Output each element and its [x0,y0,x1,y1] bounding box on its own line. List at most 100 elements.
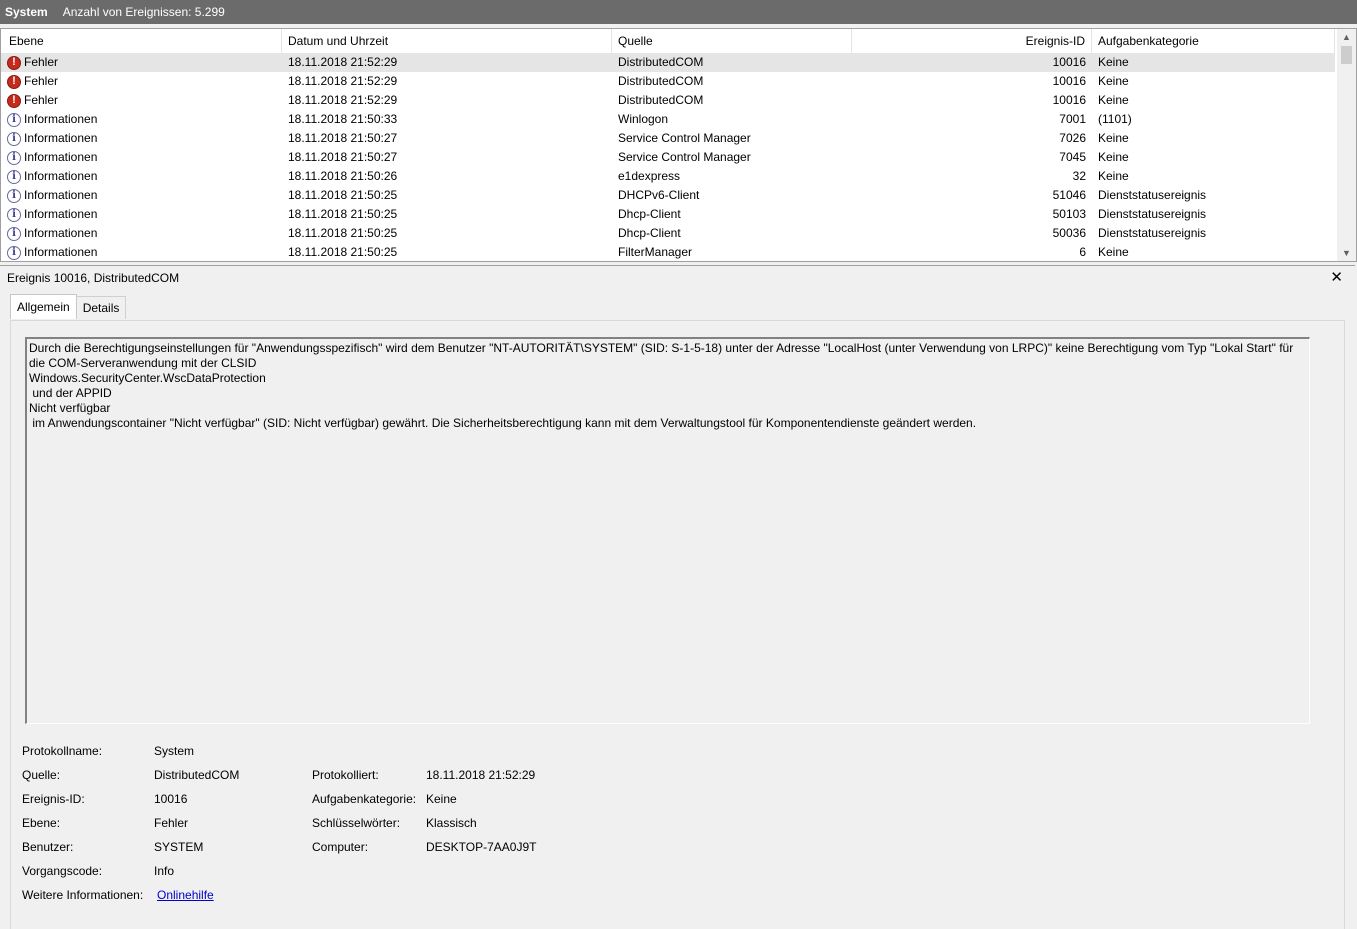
cell-category: Dienststatusereignis [1098,188,1207,202]
prop-label-schluesselwoerter: Schlüsselwörter: [312,816,401,830]
table-row[interactable]: i Informationen 18.11.2018 21:50:26 e1dexpr… [1,167,1335,186]
error-icon: ! [7,93,21,108]
scroll-down-arrow-icon[interactable]: ▼ [1337,245,1356,261]
cell-source: DistributedCOM [618,93,704,107]
info-icon: i [7,169,21,184]
cell-date: 18.11.2018 21:50:25 [288,226,398,240]
cell-date: 18.11.2018 21:50:27 [288,150,398,164]
cell-source: e1dexpress [618,169,681,183]
cell-level-text: Informationen [24,169,98,183]
cell-source: Winlogon [618,112,669,126]
info-icon: i [7,245,21,260]
column-header-event-id[interactable]: Ereignis-ID [852,29,1092,53]
table-row[interactable]: i Informationen 18.11.2018 21:50:27 Service… [1,148,1335,167]
info-icon: i [7,207,21,222]
cell-source: Dhcp-Client [618,226,681,240]
cell-level-text: Fehler [24,93,59,107]
cell-date: 18.11.2018 21:50:25 [288,188,398,202]
cell-level: i Informationen [1,129,282,148]
cell-event-id: 50103 [1052,207,1086,221]
online-help-link[interactable]: Onlinehilfe [157,885,214,905]
cell-category: Keine [1098,169,1129,183]
event-message[interactable]: Durch die Berechtigungseinstellungen für… [25,337,1310,724]
detail-title: Ereignis 10016, DistributedCOM [7,271,180,285]
cell-level: ! Fehler [1,72,282,91]
cell-level: i Informationen [1,243,282,261]
prop-label-ereignis-id: Ereignis-ID: [22,792,85,806]
cell-event-id: 32 [1072,169,1086,183]
prop-label-benutzer: Benutzer: [22,840,74,854]
scroll-up-arrow-icon[interactable]: ▲ [1337,29,1356,45]
cell-event-id: 7001 [1059,112,1086,126]
column-header-source[interactable]: Quelle [612,29,852,53]
info-icon: i [7,131,21,146]
cell-level-text: Informationen [24,188,98,202]
cell-date: 18.11.2018 21:50:33 [288,112,398,126]
cell-level-text: Informationen [24,112,98,126]
cell-level-text: Informationen [24,150,98,164]
table-row[interactable]: i Informationen 18.11.2018 21:50:25 DHCPv6-… [1,186,1335,205]
cell-category: Keine [1098,93,1129,107]
cell-source: Service Control Manager [618,131,751,145]
prop-label-quelle: Quelle: [22,768,61,782]
cell-level: i Informationen [1,148,282,167]
column-header-date[interactable]: Datum und Uhrzeit [282,29,612,53]
cell-level: i Informationen [1,205,282,224]
event-list-scrollbar[interactable]: ▲ ▼ [1337,29,1356,261]
title-bar: System Anzahl von Ereignissen: 5.299 [0,0,1357,24]
info-icon: i [7,188,21,203]
scrollbar-thumb[interactable] [1341,46,1352,64]
cell-source: DistributedCOM [618,74,704,88]
event-rows: ! Fehler 18.11.2018 21:52:29 DistributedCOM… [1,53,1335,261]
cell-date: 18.11.2018 21:50:27 [288,131,398,145]
cell-category: Keine [1098,245,1129,259]
cell-event-id: 10016 [1052,74,1086,88]
prop-value-protokollname: System [154,744,195,758]
cell-event-id: 10016 [1052,55,1086,69]
cell-level-text: Informationen [24,245,98,259]
table-row[interactable]: ! Fehler 18.11.2018 21:52:29 DistributedCOM… [1,53,1335,72]
close-icon[interactable]: ✕ [1330,268,1343,286]
cell-category: Keine [1098,55,1129,69]
event-list[interactable]: Ebene Datum und Uhrzeit Quelle Ereignis-… [0,28,1357,262]
prop-value-protokolliert: 18.11.2018 21:52:29 [426,768,536,782]
cell-event-id: 7026 [1059,131,1086,145]
table-row[interactable]: i Informationen 18.11.2018 21:50:25 FilterM… [1,243,1335,261]
log-name: System [5,5,48,19]
table-row[interactable]: ! Fehler 18.11.2018 21:52:29 DistributedCOM… [1,91,1335,110]
cell-level: i Informationen [1,224,282,243]
cell-category: Keine [1098,74,1129,88]
prop-label-protokollname: Protokollname: [22,744,103,758]
tab-allgemein[interactable]: Allgemein [10,294,77,319]
cell-category: Dienststatusereignis [1098,226,1207,240]
column-header-category[interactable]: Aufgabenkategorie [1092,29,1335,53]
cell-event-id: 51046 [1052,188,1086,202]
cell-category: Keine [1098,150,1129,164]
column-header-level[interactable]: Ebene [1,29,282,53]
table-row[interactable]: i Informationen 18.11.2018 21:50:25 Dhcp-Cl… [1,205,1335,224]
cell-date: 18.11.2018 21:52:29 [288,74,398,88]
tab-details[interactable]: Details [75,296,127,319]
table-row[interactable]: i Informationen 18.11.2018 21:50:27 Service… [1,129,1335,148]
event-detail-pane: Ereignis 10016, DistributedCOM ✕ Allgeme… [0,265,1355,929]
table-row[interactable]: i Informationen 18.11.2018 21:50:25 Dhcp-Cl… [1,224,1335,243]
cell-source: Dhcp-Client [618,207,681,221]
error-icon: ! [7,55,21,70]
prop-label-aufgabenkategorie: Aufgabenkategorie: [312,792,417,806]
prop-value-ereignis-id: 10016 [154,792,188,806]
cell-level: i Informationen [1,167,282,186]
cell-event-id: 10016 [1052,93,1086,107]
cell-event-id: 50036 [1052,226,1086,240]
cell-source: DistributedCOM [618,55,704,69]
cell-level-text: Informationen [24,131,98,145]
event-count: Anzahl von Ereignissen: 5.299 [62,5,225,19]
cell-source: FilterManager [618,245,693,259]
prop-value-aufgabenkategorie: Keine [426,792,457,806]
info-icon: i [7,112,21,127]
info-icon: i [7,226,21,241]
table-row[interactable]: ! Fehler 18.11.2018 21:52:29 DistributedCOM… [1,72,1335,91]
cell-level: i Informationen [1,186,282,205]
event-list-header: Ebene Datum und Uhrzeit Quelle Ereignis-… [1,29,1335,53]
table-row[interactable]: i Informationen 18.11.2018 21:50:33 Winlogo… [1,110,1335,129]
prop-label-weitere-informationen: Weitere Informationen: [22,888,144,902]
